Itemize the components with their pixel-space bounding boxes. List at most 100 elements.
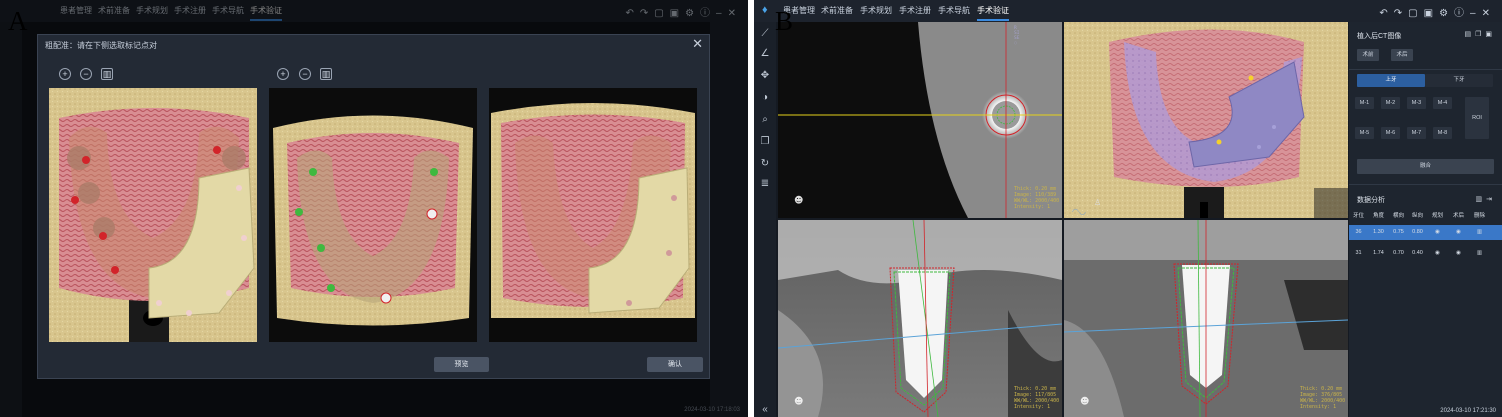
title-bar: ♦ 患者管理 术前准备 手术规划 手术注册 手术导航 手术验证 ↶↷▢▣⚙ⓘ–✕ [754, 0, 1502, 22]
table-row[interactable]: 36 1.30 0.75 0.80 ◉ ◉ ▥ [1349, 225, 1502, 240]
cell-lateral: 0.70 [1393, 250, 1404, 256]
close-icon[interactable]: ✕ [692, 36, 703, 52]
eye-icon[interactable]: ◉ [1427, 225, 1448, 240]
cell-lateral: 0.75 [1393, 229, 1404, 235]
export-file-icon[interactable]: ▣ [1485, 31, 1496, 38]
contrast-icon[interactable]: ◑ [759, 92, 771, 104]
th-postop: 术后 [1452, 213, 1464, 219]
marker-m4[interactable]: M-4 [1433, 97, 1452, 109]
redo-icon[interactable]: ↷ [1394, 8, 1408, 19]
table-header: 牙位 角度 横向 纵向 规划 术后 删除 [1349, 211, 1502, 223]
save-icon[interactable]: ▢ [1408, 8, 1423, 19]
viewport-coronal[interactable]: ☻ Thick: 0.20 mm Image: 376/805 WW/WL: 2… [1064, 220, 1348, 417]
model-view-left[interactable] [49, 88, 257, 342]
confirm-button[interactable]: 确认 [647, 357, 703, 372]
window-controls: ↶↷▢▣⚙ⓘ–✕ [1379, 4, 1496, 19]
postop-button[interactable]: 术后 [1391, 49, 1413, 61]
angle-icon[interactable]: ∠ [759, 48, 771, 60]
head-orientation-icon: ☻ [794, 195, 803, 206]
rotate-icon[interactable]: ↻ [759, 158, 771, 170]
table-row[interactable]: 31 1.74 0.70 0.40 ◉ ◉ ▥ [1349, 246, 1502, 261]
viewport-axial[interactable]: ☻ R SI SE ◌ Thick: 0.20 mm Image: 110/38… [778, 22, 1062, 218]
divider-2 [1349, 184, 1502, 185]
3d-eye-icon: ◠◡ [1072, 207, 1086, 216]
th-tooth: 牙位 [1352, 213, 1364, 219]
th-vertical: 纵向 [1411, 213, 1423, 219]
chart-icon[interactable]: ▥ [1476, 196, 1487, 203]
model-view-right[interactable] [489, 88, 697, 342]
undo-icon[interactable]: ↶ [1379, 8, 1393, 19]
th-angle: 角度 [1372, 213, 1384, 219]
eye-icon[interactable]: ◉ [1448, 246, 1469, 261]
right-panel: 植入后CT图像 ▤❐▣ 术前 术后 上牙 下牙 M-1 M-2 M-3 M-4 … [1349, 22, 1502, 417]
settings-icon[interactable]: ⚙ [1439, 8, 1454, 19]
zoom-in-icon[interactable]: + [59, 68, 71, 80]
marker-m3[interactable]: M-3 [1407, 97, 1426, 109]
fusion-button[interactable]: 融合 [1357, 159, 1494, 174]
cell-vertical: 0.80 [1412, 229, 1423, 235]
tab-verification[interactable]: 手术验证 [977, 5, 1009, 21]
minimize-icon[interactable]: – [1470, 8, 1482, 19]
dental-model-image-middle [269, 88, 477, 342]
preview-button[interactable]: 预览 [434, 357, 489, 372]
roi-button[interactable]: ROI [1465, 97, 1489, 139]
import-ct-title: 植入后CT图像 [1357, 33, 1402, 40]
zoom-out-icon[interactable]: − [80, 68, 92, 80]
marker-m6[interactable]: M-6 [1381, 127, 1400, 139]
move-icon[interactable]: ✥ [759, 70, 771, 82]
app-logo-icon: ♦ [762, 4, 768, 16]
coronal-info-overlay: Thick: 0.20 mm Image: 376/805 WW/WL: 200… [1300, 386, 1346, 410]
trash-icon[interactable]: ▥ [1469, 225, 1490, 240]
layers-icon[interactable]: ≣ [759, 178, 771, 190]
status-timestamp: 2024-03-10 17:21:30 [1440, 408, 1496, 414]
viewport-3d[interactable]: ◠◡ ♙ [1064, 22, 1348, 218]
panel-b: B ♦ 患者管理 术前准备 手术规划 手术注册 手术导航 手术验证 ↶↷▢▣⚙ⓘ… [754, 0, 1502, 417]
export-icon[interactable]: ⇥ [1486, 196, 1496, 203]
cell-angle: 1.74 [1373, 250, 1384, 256]
marker-m2[interactable]: M-2 [1381, 97, 1400, 109]
tab-upper-jaw[interactable]: 上牙 [1357, 74, 1425, 87]
marker-m7[interactable]: M-7 [1407, 127, 1426, 139]
eye-icon[interactable]: ◉ [1448, 225, 1469, 240]
tab-registration[interactable]: 手术注册 [899, 5, 931, 16]
tab-preop[interactable]: 术前准备 [821, 5, 853, 16]
panel-letter-b: B [775, 6, 794, 36]
import-icons: ▤❐▣ [1464, 30, 1496, 38]
model-view-middle[interactable] [269, 88, 477, 342]
marker-m1[interactable]: M-1 [1355, 97, 1374, 109]
collapse-icon[interactable]: « [759, 404, 771, 416]
layout-icon[interactable]: ▣ [1424, 8, 1439, 19]
cell-tooth: 31 [1355, 250, 1362, 256]
open-file-icon[interactable]: ▤ [1464, 31, 1475, 38]
cell-angle: 1.30 [1373, 229, 1384, 235]
zoom-icon[interactable]: ⌕ [759, 114, 771, 126]
coronal-head-icon: ☻ [1080, 396, 1089, 407]
th-lateral: 横向 [1392, 213, 1404, 219]
marker-m5[interactable]: M-5 [1355, 127, 1374, 139]
th-delete: 删除 [1473, 213, 1485, 219]
3d-model-image: ◠◡ ♙ [1064, 22, 1348, 218]
3d-orientation-icon: ♙ [1094, 198, 1101, 207]
tab-lower-jaw[interactable]: 下牙 [1425, 74, 1493, 87]
preop-button[interactable]: 术前 [1357, 49, 1379, 61]
copy-file-icon[interactable]: ❐ [1475, 31, 1485, 38]
coarse-registration-dialog: 粗配准：请在下侧选取标记点对 ✕ + − ▥ + − ▥ 预览 确认 [37, 34, 710, 379]
trash-icon[interactable]: ▥ [1469, 246, 1490, 261]
delete-icon-2[interactable]: ▥ [320, 68, 332, 80]
divider [1349, 69, 1502, 70]
marker-m8[interactable]: M-8 [1433, 127, 1452, 139]
zoom-in-icon-2[interactable]: + [277, 68, 289, 80]
ruler-icon[interactable]: ⟋ [759, 28, 771, 40]
copy-icon[interactable]: ❐ [759, 136, 771, 148]
panel-a: A 患者管理 术前准备 手术规划 手术注册 手术导航 手术验证 ↶↷▢▣⚙ⓘ–✕… [0, 0, 748, 417]
tab-navigation[interactable]: 手术导航 [938, 5, 970, 16]
close-window-icon[interactable]: ✕ [1482, 8, 1496, 19]
delete-icon[interactable]: ▥ [101, 68, 113, 80]
sagittal-info-overlay: Thick: 0.20 mm Image: 117/805 WW/WL: 200… [1014, 386, 1060, 410]
eye-icon[interactable]: ◉ [1427, 246, 1448, 261]
tab-planning[interactable]: 手术规划 [860, 5, 892, 16]
zoom-out-icon-2[interactable]: − [299, 68, 311, 80]
panel-letter-a: A [8, 6, 28, 36]
viewport-sagittal[interactable]: ☻ Thick: 0.20 mm Image: 117/805 WW/WL: 2… [778, 220, 1062, 417]
info-icon[interactable]: ⓘ [1454, 8, 1470, 19]
